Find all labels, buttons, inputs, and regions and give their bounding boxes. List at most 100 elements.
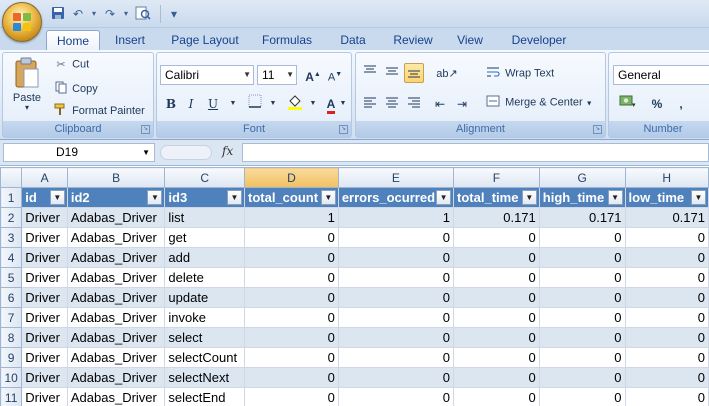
table-cell[interactable]: Driver [21,207,68,228]
table-cell[interactable]: 0 [244,227,339,248]
table-cell[interactable]: 0 [538,387,626,406]
align-middle-button[interactable] [382,63,402,83]
table-cell[interactable]: Driver [21,367,68,388]
column-header-c[interactable]: C [164,167,245,188]
table-cell[interactable]: 0 [337,227,455,248]
table-cell[interactable]: 0 [624,287,709,308]
table-cell[interactable]: 0 [337,247,455,268]
tab-insert[interactable]: Insert [104,30,156,50]
tab-view[interactable]: View [448,30,492,50]
table-cell[interactable]: 0 [244,267,339,288]
redo-icon[interactable]: ↷ [102,6,118,22]
row-header[interactable]: 7 [0,307,23,328]
table-cell[interactable]: selectNext [164,367,245,388]
cut-button[interactable]: ✂ Cut [53,58,89,71]
table-cell[interactable]: 0 [337,327,455,348]
table-cell[interactable]: 0 [453,307,540,328]
table-cell[interactable]: get [164,227,245,248]
tab-developer[interactable]: Developer [500,30,578,50]
filter-dropdown-icon[interactable]: ▼ [521,190,537,205]
table-cell[interactable]: update [164,287,245,308]
column-header-e[interactable]: E [337,167,455,188]
align-top-button[interactable] [360,63,380,83]
align-bottom-button[interactable] [404,63,424,83]
table-cell[interactable]: Driver [21,327,68,348]
column-header-h[interactable]: H [624,167,709,188]
copy-button[interactable]: Copy [53,81,98,97]
column-header-b[interactable]: B [66,167,166,188]
table-cell[interactable]: 0 [538,327,626,348]
paste-button[interactable]: Paste ▾ [7,57,47,119]
column-header-f[interactable]: F [453,167,540,188]
header-cell-id3[interactable]: id3 ▼ [164,187,245,208]
table-cell[interactable]: Driver [21,247,68,268]
office-button[interactable] [2,2,42,42]
borders-button[interactable] [245,94,265,114]
row-header[interactable]: 2 [0,207,23,228]
table-cell[interactable]: Driver [21,387,68,406]
table-cell[interactable]: 0 [453,347,540,368]
row-header[interactable]: 11 [0,387,23,406]
column-header-a[interactable]: A [21,167,68,188]
tab-page-layout[interactable]: Page Layout [162,30,248,50]
underline-dropdown-icon[interactable]: ▼ [223,94,243,114]
tab-formulas[interactable]: Formulas [254,30,320,50]
table-cell[interactable]: Adabas_Driver [66,247,166,268]
row-header[interactable]: 8 [0,327,23,348]
decrease-indent-button[interactable]: ⇤ [430,94,450,114]
tab-data[interactable]: Data [328,30,378,50]
percent-style-button[interactable]: % [647,94,667,114]
font-size-combo[interactable]: 11 ▼ [257,65,297,85]
table-cell[interactable]: Driver [21,287,68,308]
table-cell[interactable]: 0 [453,327,540,348]
table-cell[interactable]: 0 [244,307,339,328]
table-cell[interactable]: 0 [244,367,339,388]
align-left-button[interactable] [360,94,380,114]
table-cell[interactable]: 0 [624,347,709,368]
row-header[interactable]: 4 [0,247,23,268]
tab-review[interactable]: Review [386,30,440,50]
table-cell[interactable]: 0 [453,227,540,248]
bold-button[interactable]: B [161,94,181,114]
row-header[interactable]: 1 [0,187,23,208]
save-icon[interactable] [50,6,66,22]
table-cell[interactable]: 0 [538,307,626,328]
table-cell[interactable]: 0 [624,227,709,248]
undo-dropdown-icon[interactable]: ▾ [86,6,102,22]
number-format-combo[interactable]: General [613,65,709,85]
font-launcher-icon[interactable]: ↘ [339,125,348,134]
table-cell[interactable]: Adabas_Driver [66,347,166,368]
table-cell[interactable]: 0 [624,387,709,406]
table-cell[interactable]: 0 [624,247,709,268]
font-name-combo[interactable]: Calibri ▼ [160,65,254,85]
formula-input[interactable] [242,143,709,162]
table-cell[interactable]: Adabas_Driver [66,207,166,228]
redo-dropdown-icon[interactable]: ▾ [118,6,134,22]
table-cell[interactable]: 0 [624,267,709,288]
customize-icon[interactable]: ▾ [166,6,182,22]
table-cell[interactable]: Adabas_Driver [66,227,166,248]
table-cell[interactable]: Adabas_Driver [66,367,166,388]
align-center-button[interactable] [382,94,402,114]
table-cell[interactable]: 0 [337,347,455,368]
wrap-text-button[interactable]: Wrap Text [484,66,554,81]
header-cell-high-time[interactable]: high_time ▼ [538,187,626,208]
fill-color-dropdown-icon[interactable]: ▼ [303,94,323,114]
font-color-dropdown-icon[interactable]: ▼ [337,94,349,114]
table-cell[interactable]: Driver [21,267,68,288]
table-cell[interactable]: Driver [21,227,68,248]
table-cell[interactable]: Adabas_Driver [66,387,166,406]
table-cell[interactable]: Driver [21,347,68,368]
table-cell[interactable]: 0 [538,267,626,288]
table-cell[interactable]: 0.171 [453,207,540,228]
name-box[interactable]: D19 ▼ [3,143,155,162]
column-header-g[interactable]: G [538,167,626,188]
insert-function-icon[interactable]: fx [222,144,233,158]
table-cell[interactable]: Driver [21,307,68,328]
table-cell[interactable]: 0.171 [624,207,709,228]
table-cell[interactable]: list [164,207,245,228]
filter-dropdown-icon[interactable]: ▼ [436,190,452,205]
header-cell-total-time[interactable]: total_time ▼ [453,187,540,208]
italic-button[interactable]: I [181,94,201,114]
shrink-font-button[interactable]: A▼ [325,65,345,85]
